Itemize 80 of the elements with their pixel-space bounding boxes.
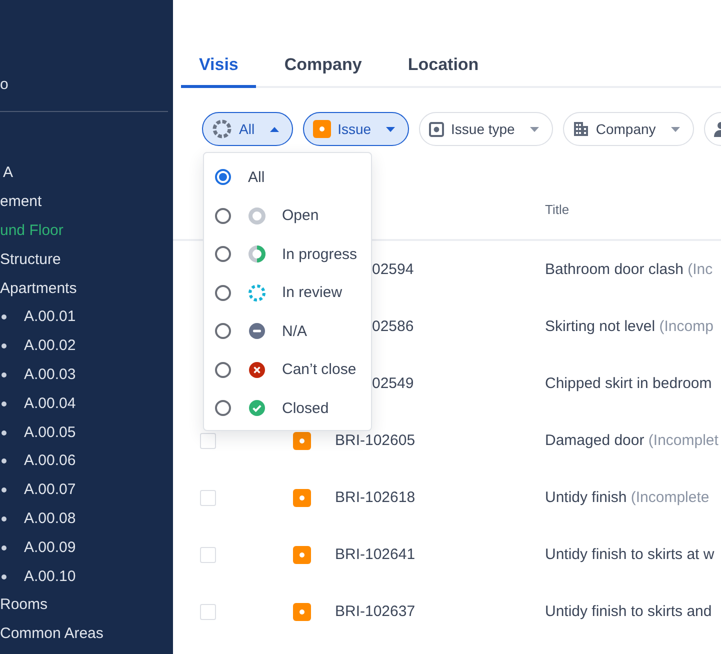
menu-item[interactable]: In progress bbox=[282, 246, 358, 263]
sidebar-item[interactable]: A.00.03 bbox=[24, 366, 76, 384]
sidebar-item[interactable]: Structure bbox=[0, 250, 61, 269]
sidebar-item[interactable]: Common Areas bbox=[0, 625, 104, 644]
sidebar-item[interactable]: A.00.07 bbox=[24, 481, 76, 500]
bullet-icon bbox=[1, 314, 7, 320]
issue-icon bbox=[312, 120, 331, 138]
issue-id[interactable]: 02586 bbox=[372, 318, 414, 335]
tab[interactable]: Location bbox=[390, 45, 497, 88]
sidebar-item[interactable]: o bbox=[0, 76, 8, 94]
sidebar-item[interactable]: und Floor bbox=[0, 222, 64, 240]
filter-chip[interactable]: Issue type bbox=[419, 112, 553, 146]
radio-button[interactable] bbox=[215, 323, 231, 340]
sidebar-item[interactable]: A.00.06 bbox=[24, 452, 76, 470]
radio-button[interactable] bbox=[215, 169, 231, 186]
bullet-icon bbox=[1, 487, 7, 494]
bullet-icon bbox=[1, 430, 7, 436]
sidebar-item[interactable]: A.00.02 bbox=[24, 337, 76, 356]
issue-id[interactable]: BRI-102618 bbox=[335, 489, 416, 506]
row-checkbox[interactable] bbox=[200, 432, 216, 448]
minus-circle-icon bbox=[248, 322, 266, 340]
sidebar-item[interactable]: A.00.09 bbox=[24, 538, 76, 557]
issue-title[interactable]: Bathroom door clash (Inc bbox=[545, 261, 721, 278]
bullet-icon bbox=[1, 400, 7, 407]
issue-icon bbox=[293, 602, 311, 620]
issue-id[interactable]: BRI-102605 bbox=[335, 432, 416, 449]
sidebar-item[interactable]: A.00.10 bbox=[24, 568, 76, 586]
issue-title[interactable]: Untidy finish (Incomplete bbox=[545, 489, 721, 506]
filter-chip[interactable]: Company bbox=[562, 112, 694, 146]
row-checkbox[interactable] bbox=[200, 546, 216, 562]
bullet-icon bbox=[1, 458, 7, 464]
bullet-icon bbox=[1, 544, 7, 551]
menu-item[interactable]: N/A bbox=[282, 322, 308, 340]
sidebar-item[interactable]: Apartments bbox=[0, 280, 77, 298]
issue-title[interactable]: Damaged door (Incomplet bbox=[545, 432, 721, 449]
dashed-ring-icon bbox=[248, 284, 266, 302]
issue-title[interactable]: Untidy finish to skirts at w bbox=[545, 546, 721, 563]
menu-item[interactable]: Can’t close bbox=[282, 361, 356, 378]
sidebar-item[interactable]: A bbox=[3, 164, 14, 182]
radio-button[interactable] bbox=[215, 400, 231, 416]
issue-icon bbox=[293, 488, 311, 506]
cross-circle-icon bbox=[248, 360, 266, 379]
issue-id[interactable]: BRI-102637 bbox=[335, 603, 416, 620]
spinner-icon bbox=[212, 119, 232, 139]
issue-title[interactable]: Chipped skirt in bedroom bbox=[545, 375, 721, 392]
radio-button[interactable] bbox=[215, 208, 231, 224]
tab[interactable]: Company bbox=[266, 45, 380, 88]
bullet-icon bbox=[1, 372, 7, 378]
tab[interactable]: Visis bbox=[181, 45, 256, 88]
sidebar-item[interactable]: Rooms bbox=[0, 596, 48, 614]
ring-icon bbox=[248, 206, 266, 225]
issue-title[interactable]: Skirting not level (Incomp bbox=[545, 318, 721, 335]
menu-item[interactable]: Closed bbox=[282, 400, 329, 417]
menu-item[interactable]: All bbox=[248, 168, 265, 186]
sidebar-item[interactable]: ement bbox=[0, 193, 42, 212]
row-checkbox[interactable] bbox=[200, 604, 216, 620]
issue-title[interactable]: Untidy finish to skirts and bbox=[545, 603, 721, 620]
filter-chip[interactable]: All bbox=[202, 112, 293, 146]
bullet-icon bbox=[1, 574, 7, 580]
row-checkbox[interactable] bbox=[200, 490, 216, 506]
menu-item[interactable]: In review bbox=[282, 284, 342, 302]
sidebar-item[interactable]: A.00.08 bbox=[24, 510, 76, 528]
check-circle-icon bbox=[248, 399, 266, 418]
sidebar-item[interactable]: A.00.05 bbox=[24, 424, 76, 442]
bullet-icon bbox=[1, 343, 7, 350]
menu-item[interactable]: Open bbox=[282, 207, 319, 224]
issue-id[interactable]: BRI-102641 bbox=[335, 546, 416, 563]
column-header[interactable]: Title bbox=[545, 202, 721, 216]
sidebar-item[interactable]: A.00.01 bbox=[24, 308, 76, 326]
bullet-icon bbox=[1, 516, 7, 522]
filter-chip[interactable]: Issue bbox=[302, 112, 410, 146]
sidebar-item[interactable]: A.00.04 bbox=[24, 394, 76, 413]
issue-id[interactable]: 02549 bbox=[372, 375, 414, 392]
half-ring-icon bbox=[248, 245, 266, 264]
radio-button[interactable] bbox=[215, 284, 231, 301]
issue-icon bbox=[293, 546, 311, 564]
issue-id[interactable]: 02594 bbox=[372, 261, 414, 278]
radio-button[interactable] bbox=[215, 362, 231, 378]
building-icon bbox=[572, 121, 589, 137]
radio-button[interactable] bbox=[215, 246, 231, 262]
